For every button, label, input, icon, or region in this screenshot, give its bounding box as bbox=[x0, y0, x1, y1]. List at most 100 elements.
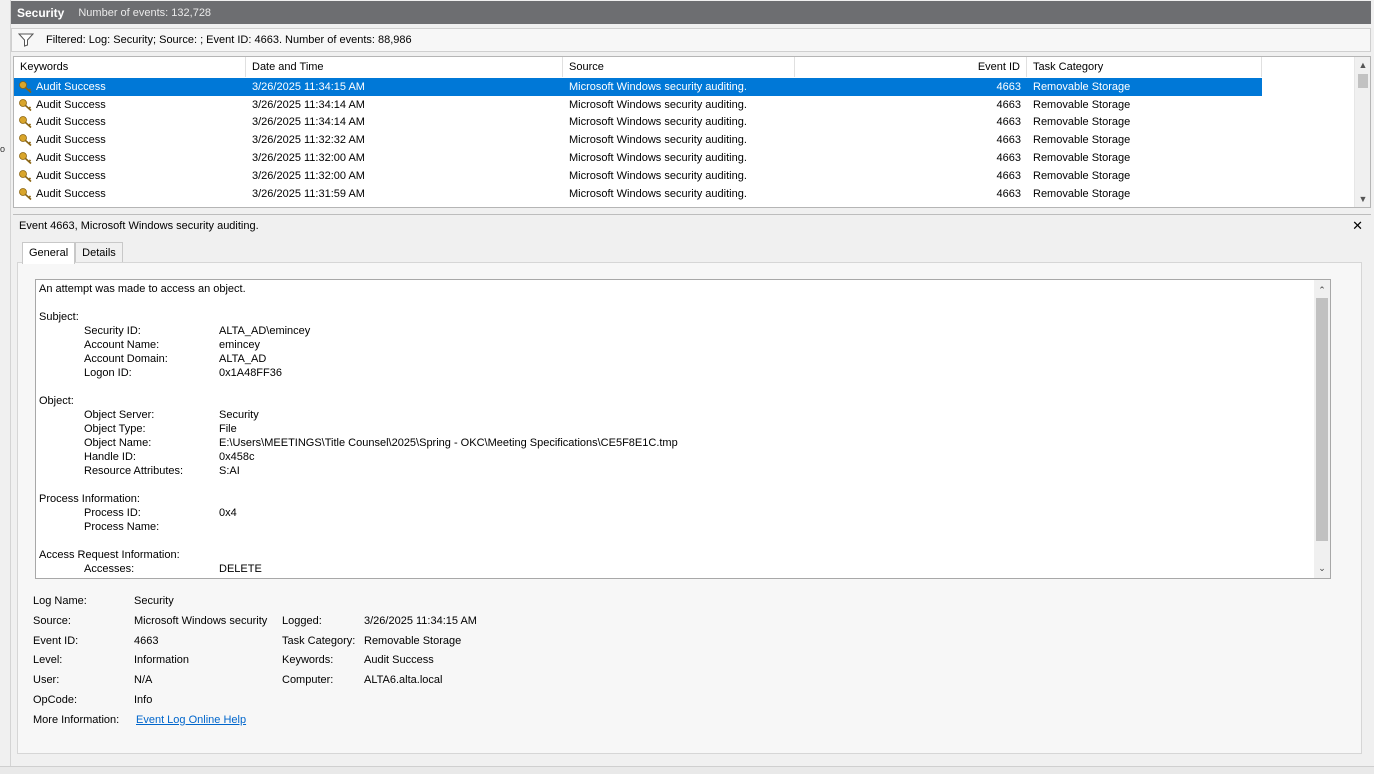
grid-rows: Audit Success 3/26/2025 11:34:15 AM Micr… bbox=[14, 78, 1354, 203]
row-category: Removable Storage bbox=[1033, 98, 1131, 111]
close-icon[interactable]: ✕ bbox=[1352, 218, 1363, 234]
prop-opcode: Info bbox=[134, 693, 153, 706]
prop-keywords: Audit Success bbox=[364, 654, 434, 667]
scroll-thumb[interactable] bbox=[1358, 74, 1368, 88]
field-label: Account Domain: bbox=[84, 353, 168, 365]
row-category: Removable Storage bbox=[1033, 116, 1131, 129]
field-value: File bbox=[219, 423, 237, 435]
field-value: S:AI bbox=[219, 465, 240, 477]
row-date: 3/26/2025 11:32:00 AM bbox=[252, 169, 365, 182]
prop-label: User: bbox=[33, 674, 60, 687]
scroll-up-icon[interactable]: ▲ bbox=[1355, 57, 1370, 73]
row-source: Microsoft Windows security auditing. bbox=[569, 187, 747, 200]
prop-label: Keywords: bbox=[282, 654, 334, 667]
field-value: emincey bbox=[219, 339, 260, 351]
description-scrollbar[interactable]: ⌃ ⌄ bbox=[1314, 280, 1330, 578]
column-keywords[interactable]: Keywords bbox=[14, 57, 246, 77]
row-event-id: 4663 bbox=[996, 134, 1021, 147]
prop-label: Task Category: bbox=[282, 634, 356, 647]
description-content: An attempt was made to access an object.… bbox=[39, 282, 1309, 576]
detail-header: Event 4663, Microsoft Windows security a… bbox=[13, 214, 1371, 236]
table-row[interactable]: Audit Success 3/26/2025 11:34:14 AM Micr… bbox=[14, 96, 1354, 114]
row-event-id: 4663 bbox=[996, 152, 1021, 165]
field-label: Process ID: bbox=[84, 507, 141, 519]
filter-text: Filtered: Log: Security; Source: ; Event… bbox=[46, 34, 412, 46]
column-date-time[interactable]: Date and Time bbox=[246, 57, 563, 77]
row-event-id: 4663 bbox=[996, 98, 1021, 111]
field-label: Logon ID: bbox=[84, 367, 132, 379]
section-subject: Subject: bbox=[39, 311, 79, 323]
table-row[interactable]: Audit Success 3/26/2025 11:32:00 AM Micr… bbox=[14, 149, 1354, 167]
edge-marker: o bbox=[0, 144, 6, 154]
detail-title: Event 4663, Microsoft Windows security a… bbox=[19, 219, 259, 232]
row-source: Microsoft Windows security auditing. bbox=[569, 134, 747, 147]
grid-scrollbar[interactable]: ▲ ▼ bbox=[1354, 57, 1370, 207]
description-box[interactable]: An attempt was made to access an object.… bbox=[35, 279, 1331, 579]
events-grid[interactable]: Keywords Date and Time Source Event ID T… bbox=[13, 56, 1371, 208]
field-label: Object Name: bbox=[84, 437, 152, 449]
field-label: Object Server: bbox=[84, 409, 155, 421]
prop-level: Information bbox=[134, 654, 190, 667]
event-log-help-link[interactable]: Event Log Online Help bbox=[136, 714, 246, 726]
prop-computer: ALTA6.alta.local bbox=[364, 674, 443, 687]
row-keywords: Audit Success bbox=[36, 187, 106, 200]
row-category: Removable Storage bbox=[1033, 187, 1131, 200]
table-row[interactable]: Audit Success 3/26/2025 11:32:32 AM Micr… bbox=[14, 131, 1354, 149]
tab-details[interactable]: Details bbox=[75, 242, 123, 263]
section-access: Access Request Information: bbox=[39, 549, 180, 561]
prop-log-name: Security bbox=[134, 595, 174, 607]
prop-user: N/A bbox=[134, 674, 153, 687]
prop-event-id: 4663 bbox=[134, 634, 159, 647]
table-row[interactable]: Audit Success 3/26/2025 11:32:00 AM Micr… bbox=[14, 167, 1354, 185]
prop-label: OpCode: bbox=[33, 693, 78, 706]
row-keywords: Audit Success bbox=[36, 134, 106, 147]
row-event-id: 4663 bbox=[996, 80, 1021, 93]
field-value: ALTA_AD bbox=[219, 353, 267, 365]
field-label: Resource Attributes: bbox=[84, 465, 184, 477]
field-value: ALTA_AD\emincey bbox=[219, 325, 311, 337]
field-value: 0x1A48FF36 bbox=[219, 367, 282, 379]
table-row[interactable]: Audit Success 3/26/2025 11:31:59 AM Micr… bbox=[14, 185, 1354, 203]
tab-general[interactable]: General bbox=[22, 242, 76, 264]
prop-label: Log Name: bbox=[33, 595, 87, 607]
row-source: Microsoft Windows security auditing. bbox=[569, 152, 747, 165]
log-title-bar: Security Number of events: 132,728 bbox=[11, 1, 1371, 24]
prop-logged: 3/26/2025 11:34:15 AM bbox=[364, 614, 477, 627]
event-count: Number of events: 132,728 bbox=[78, 6, 212, 19]
log-name: Security bbox=[17, 5, 65, 20]
row-keywords: Audit Success bbox=[36, 80, 106, 93]
key-icon bbox=[19, 116, 32, 129]
field-value: 0x4 bbox=[219, 507, 237, 519]
column-task-category[interactable]: Task Category bbox=[1027, 57, 1262, 77]
row-keywords: Audit Success bbox=[36, 98, 106, 111]
scroll-thumb[interactable] bbox=[1316, 298, 1328, 541]
row-category: Removable Storage bbox=[1033, 169, 1131, 182]
column-event-id[interactable]: Event ID bbox=[795, 57, 1027, 77]
left-edge: o bbox=[0, 0, 11, 774]
key-icon bbox=[19, 98, 32, 111]
row-source: Microsoft Windows security auditing. bbox=[569, 169, 747, 182]
row-date: 3/26/2025 11:32:00 AM bbox=[252, 152, 365, 165]
row-category: Removable Storage bbox=[1033, 80, 1131, 93]
row-category: Removable Storage bbox=[1033, 152, 1131, 165]
detail-tabs: General Details bbox=[22, 242, 123, 264]
prop-label: Event ID: bbox=[33, 634, 79, 647]
table-row[interactable]: Audit Success 3/26/2025 11:34:14 AM Micr… bbox=[14, 114, 1354, 132]
field-label: Handle ID: bbox=[84, 451, 136, 463]
row-date: 3/26/2025 11:34:15 AM bbox=[252, 80, 365, 93]
row-date: 3/26/2025 11:34:14 AM bbox=[252, 116, 365, 129]
scroll-down-icon[interactable]: ⌄ bbox=[1314, 560, 1330, 576]
section-process: Process Information: bbox=[39, 493, 140, 505]
table-row[interactable]: Audit Success 3/26/2025 11:34:15 AM Micr… bbox=[14, 78, 1354, 96]
section-object: Object: bbox=[39, 395, 74, 407]
key-icon bbox=[19, 80, 32, 93]
scroll-down-icon[interactable]: ▼ bbox=[1355, 191, 1370, 207]
column-source[interactable]: Source bbox=[563, 57, 795, 77]
prop-label: Source: bbox=[33, 614, 71, 627]
scroll-up-icon[interactable]: ⌃ bbox=[1314, 282, 1330, 298]
prop-label: Level: bbox=[33, 654, 63, 667]
grid-header: Keywords Date and Time Source Event ID T… bbox=[14, 57, 1354, 77]
row-date: 3/26/2025 11:32:32 AM bbox=[252, 134, 365, 147]
row-keywords: Audit Success bbox=[36, 169, 106, 182]
field-label: Account Name: bbox=[84, 339, 160, 351]
